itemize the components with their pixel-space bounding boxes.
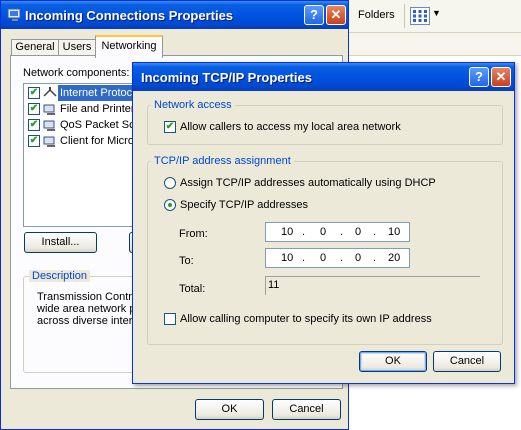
from-label: From: <box>179 228 208 240</box>
ip-dot: . <box>340 226 344 238</box>
tab-general[interactable]: General <box>11 39 59 56</box>
ip-octet: 0 <box>355 226 362 238</box>
window-icon <box>7 7 23 23</box>
address-bar <box>346 33 521 56</box>
address-assignment-legend: TCP/IP address assignment <box>151 155 294 167</box>
description-text-line: Transmission Control <box>37 291 141 303</box>
ip-dot: . <box>373 252 377 264</box>
tab-users[interactable]: Users <box>58 39 96 56</box>
allow-lan-access-checkbox[interactable]: ✔ <box>164 121 176 133</box>
component-label: Internet Protoco <box>60 87 139 99</box>
dhcp-radio[interactable] <box>164 177 176 189</box>
from-ip-field[interactable]: 10 . 0 . 0 . 10 <box>265 222 410 242</box>
window-title: Incoming Connections Properties <box>25 8 234 23</box>
client-icon <box>43 134 57 148</box>
cancel-button[interactable]: Cancel <box>433 351 501 372</box>
network-access-legend: Network access <box>151 99 235 111</box>
component-label: QoS Packet Sch <box>60 119 141 131</box>
ip-dot: . <box>340 252 344 264</box>
specify-radio[interactable] <box>164 199 176 211</box>
list-item[interactable]: ✔ Internet Protoco <box>26 85 143 101</box>
title-bar[interactable]: Incoming TCP/IP Properties ? ✕ <box>133 63 514 91</box>
total-value: 11 <box>268 279 280 291</box>
list-item[interactable]: ✔ QoS Packet Sch <box>26 117 143 133</box>
total-field: 11 <box>265 276 480 295</box>
ok-button[interactable]: OK <box>195 399 264 420</box>
toolbar-separator <box>404 4 405 28</box>
ip-octet: 10 <box>281 252 294 264</box>
to-label: To: <box>179 255 194 267</box>
close-button[interactable]: ✕ <box>491 67 511 87</box>
qos-service-icon <box>43 118 57 132</box>
ip-octet: 0 <box>320 226 327 238</box>
ip-dot: . <box>302 226 306 238</box>
allow-lan-access-label[interactable]: Allow callers to access my local area ne… <box>180 121 401 133</box>
ip-octet: 0 <box>355 252 362 264</box>
ip-dot: . <box>302 252 306 264</box>
help-button[interactable]: ? <box>469 67 489 87</box>
window-title: Incoming TCP/IP Properties <box>141 70 312 85</box>
network-protocol-icon <box>43 86 57 100</box>
dhcp-label[interactable]: Assign TCP/IP addresses automatically us… <box>180 177 436 189</box>
ip-octet: 10 <box>388 226 401 238</box>
title-bar[interactable]: Incoming Connections Properties ? ✕ <box>1 1 348 29</box>
views-icon[interactable] <box>410 7 430 25</box>
description-text-line: across diverse interco <box>37 315 144 327</box>
folders-button[interactable]: Folders <box>358 9 395 21</box>
help-button[interactable]: ? <box>304 5 324 25</box>
ok-button[interactable]: OK <box>359 351 427 372</box>
close-button[interactable]: ✕ <box>326 5 346 25</box>
file-printer-sharing-icon <box>43 102 57 116</box>
chevron-down-icon[interactable]: ▼ <box>432 8 441 18</box>
list-item[interactable]: ✔ File and Printer S <box>26 101 145 117</box>
to-ip-field[interactable]: 10 . 0 . 0 . 20 <box>265 248 410 268</box>
description-legend: Description <box>29 270 91 282</box>
cancel-button[interactable]: Cancel <box>272 399 341 420</box>
component-checkbox[interactable]: ✔ <box>28 119 40 131</box>
ip-octet: 10 <box>281 226 294 238</box>
tab-networking[interactable]: Networking <box>95 35 163 58</box>
description-text-line: wide area network pr <box>37 303 140 315</box>
ip-octet: 20 <box>388 252 401 264</box>
list-item[interactable]: ✔ Client for Microso <box>26 133 146 149</box>
ip-dot: . <box>373 226 377 238</box>
component-checkbox[interactable]: ✔ <box>28 103 40 115</box>
component-checkbox[interactable]: ✔ <box>28 87 40 99</box>
specify-label[interactable]: Specify TCP/IP addresses <box>180 199 308 211</box>
allow-own-ip-checkbox[interactable] <box>164 313 176 325</box>
component-checkbox[interactable]: ✔ <box>28 135 40 147</box>
install-button[interactable]: Install... <box>24 232 97 253</box>
network-components-label: Network components: <box>23 67 130 79</box>
allow-own-ip-label[interactable]: Allow calling computer to specify its ow… <box>180 313 432 325</box>
ip-octet: 0 <box>320 252 327 264</box>
incoming-tcpip-properties-window: Incoming TCP/IP Properties ? ✕ Network a… <box>132 62 515 384</box>
total-label: Total: <box>179 283 206 295</box>
